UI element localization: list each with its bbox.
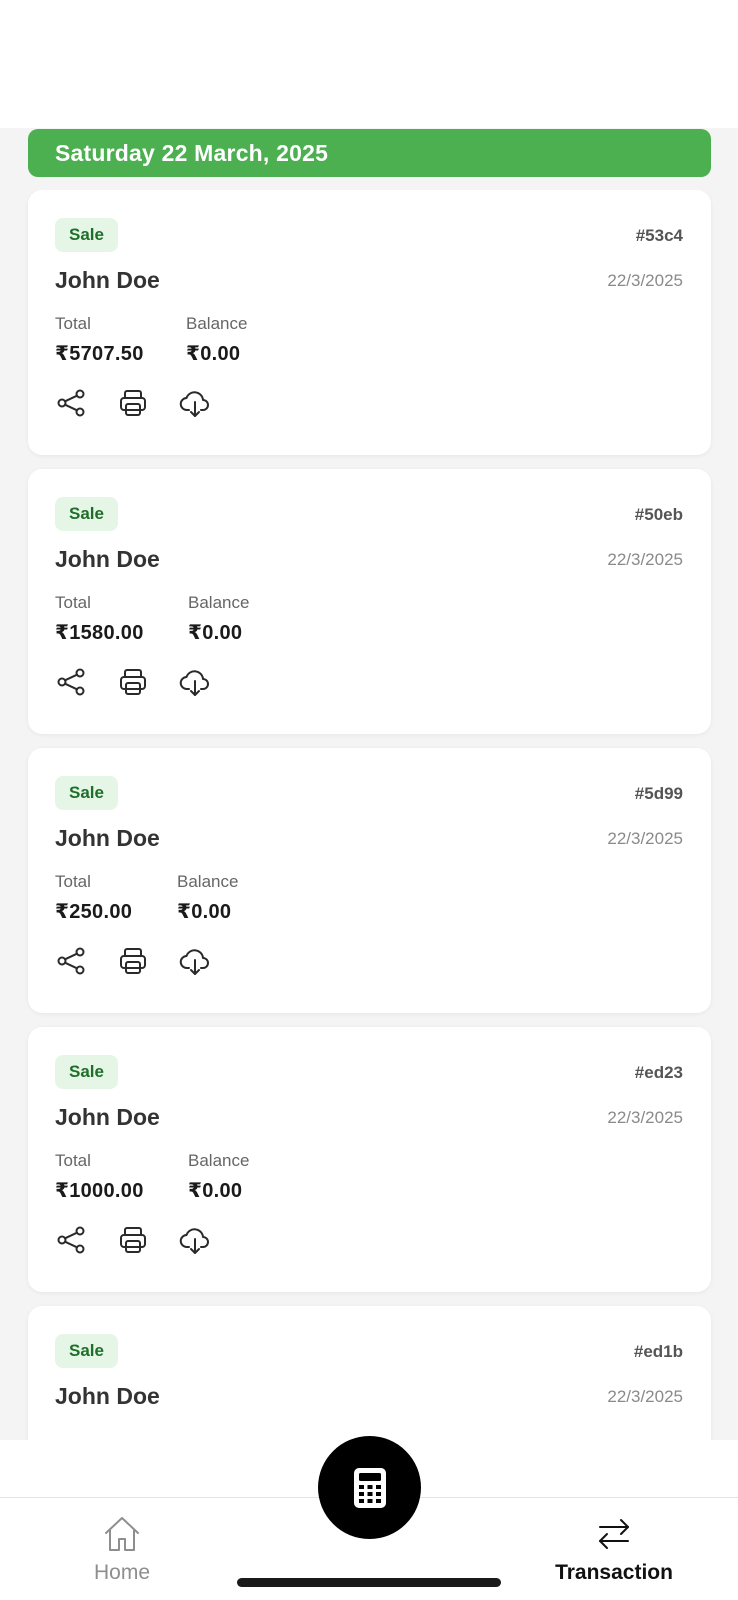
total-label: Total (55, 314, 91, 333)
balance-amount: ₹0.00 (177, 901, 232, 923)
transaction-list[interactable]: Sale #53c4 John Doe 22/3/2025 Total Bala… (0, 190, 738, 1440)
share-icon[interactable] (54, 944, 88, 978)
balance-label: Balance (177, 872, 239, 891)
calculator-icon (353, 1467, 386, 1508)
card-actions (54, 665, 212, 699)
balance-amount: ₹0.00 (188, 1180, 243, 1202)
total-amount: ₹250.00 (55, 901, 133, 923)
transaction-date: 22/3/2025 (607, 550, 683, 569)
balance-label: Balance (188, 593, 250, 612)
share-icon[interactable] (54, 665, 88, 699)
transaction-card[interactable]: Sale #53c4 John Doe 22/3/2025 Total Bala… (28, 190, 711, 455)
date-section-header: Saturday 22 March, 2025 (28, 129, 711, 177)
card-actions (54, 944, 212, 978)
share-icon[interactable] (54, 1223, 88, 1257)
transaction-type-badge: Sale (55, 776, 118, 810)
customer-name: John Doe (55, 267, 160, 293)
transaction-card[interactable]: Sale #50eb John Doe 22/3/2025 Total Bala… (28, 469, 711, 734)
balance-label: Balance (188, 1151, 250, 1170)
cloud-download-icon[interactable] (178, 1223, 212, 1257)
nav-transaction[interactable]: Transaction (524, 1512, 704, 1585)
total-label: Total (55, 1151, 91, 1170)
calculator-fab-button[interactable] (318, 1436, 421, 1539)
transaction-date: 22/3/2025 (607, 271, 683, 290)
transaction-id: #53c4 (635, 226, 683, 245)
status-bar-area (0, 0, 738, 128)
customer-name: John Doe (55, 1104, 160, 1130)
transaction-date: 22/3/2025 (607, 1108, 683, 1127)
total-amount: ₹1000.00 (55, 1180, 144, 1202)
home-icon (105, 1517, 139, 1551)
transaction-type-badge: Sale (55, 1055, 118, 1089)
cloud-download-icon[interactable] (178, 665, 212, 699)
transaction-type-badge: Sale (55, 497, 118, 531)
balance-amount: ₹0.00 (186, 343, 241, 365)
balance-amount: ₹0.00 (188, 622, 243, 644)
nav-home-label: Home (93, 1561, 151, 1584)
card-actions (54, 386, 212, 420)
transaction-id: #5d99 (634, 784, 683, 803)
customer-name: John Doe (55, 546, 160, 572)
swap-arrows-icon (599, 1519, 629, 1549)
total-amount: ₹5707.50 (55, 343, 144, 365)
transaction-id: #50eb (634, 505, 683, 524)
print-icon[interactable] (116, 386, 150, 420)
transaction-date: 22/3/2025 (607, 1387, 683, 1406)
customer-name: John Doe (55, 825, 160, 851)
home-indicator (237, 1578, 501, 1587)
cloud-download-icon[interactable] (178, 944, 212, 978)
card-actions (54, 1223, 212, 1257)
total-amount: ₹1580.00 (55, 622, 144, 644)
total-label: Total (55, 872, 91, 891)
total-label: Total (55, 593, 91, 612)
transaction-card[interactable]: Sale #ed23 John Doe 22/3/2025 Total Bala… (28, 1027, 711, 1292)
transaction-date: 22/3/2025 (607, 829, 683, 848)
transaction-type-badge: Sale (55, 218, 118, 252)
transaction-id: #ed1b (633, 1342, 683, 1361)
balance-label: Balance (186, 314, 248, 333)
print-icon[interactable] (116, 665, 150, 699)
nav-transaction-label: Transaction (555, 1561, 673, 1584)
print-icon[interactable] (116, 944, 150, 978)
transaction-card[interactable]: Sale #5d99 John Doe 22/3/2025 Total Bala… (28, 748, 711, 1013)
customer-name: John Doe (55, 1383, 160, 1409)
transaction-card[interactable]: Sale #ed1b John Doe 22/3/2025 (28, 1306, 711, 1440)
share-icon[interactable] (54, 386, 88, 420)
cloud-download-icon[interactable] (178, 386, 212, 420)
print-icon[interactable] (116, 1223, 150, 1257)
transaction-type-badge: Sale (55, 1334, 118, 1368)
transaction-id: #ed23 (634, 1063, 683, 1082)
nav-home[interactable]: Home (32, 1512, 212, 1585)
